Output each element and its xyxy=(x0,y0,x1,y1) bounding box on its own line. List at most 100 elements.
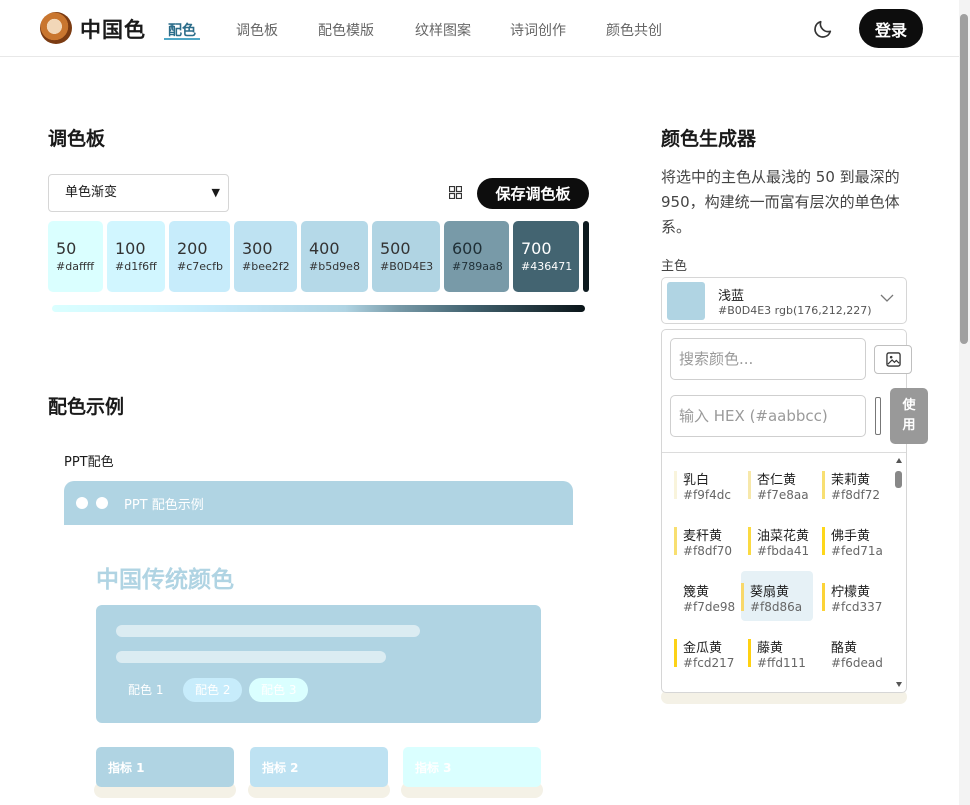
swatch-hex: #bee2f2 xyxy=(242,260,290,273)
swatch-hex: #c7ecfb xyxy=(177,260,223,273)
color-option[interactable]: 酪黄 #f6dead xyxy=(822,627,892,677)
color-option[interactable]: 麦秆黄 #f8df70 xyxy=(674,515,744,565)
palette-swatch-50[interactable]: 50 #daffff xyxy=(48,221,103,292)
metric-card-3: 指标 3 xyxy=(403,747,541,787)
ppt-window-bar: PPT 配色示例 xyxy=(64,481,573,525)
palette-swatch-600[interactable]: 600 #789aa8 xyxy=(444,221,509,292)
nav-item-peise[interactable]: 配色 xyxy=(168,20,196,40)
image-pick-button[interactable] xyxy=(874,345,912,374)
swatch-hex: #daffff xyxy=(56,260,95,273)
color-option[interactable]: 柠檬黄 #fcd337 xyxy=(822,571,892,621)
color-option-bar xyxy=(748,471,751,499)
hex-color-preview[interactable] xyxy=(875,397,881,435)
color-option-hex: #f8d86a xyxy=(750,600,803,614)
color-option-name: 酪黄 xyxy=(831,641,858,656)
color-option-name: 茉莉黄 xyxy=(831,473,871,488)
color-option-name: 佛手黄 xyxy=(831,529,871,544)
swatch-hex: #789aa8 xyxy=(452,260,503,273)
color-option-bar xyxy=(674,527,677,555)
swatch-overflow-edge xyxy=(583,221,589,292)
color-option-bar xyxy=(748,639,751,667)
color-option[interactable]: 油菜花黄 #fbda41 xyxy=(748,515,818,565)
color-option-name: 乳白 xyxy=(683,473,710,488)
main-color-code: #B0D4E3 rgb(176,212,227) xyxy=(718,304,872,317)
color-option-hex: #f7de98 xyxy=(683,600,736,614)
color-search-input[interactable] xyxy=(670,338,866,380)
main-color-label: 主色 xyxy=(661,259,688,274)
color-option-name: 柠檬黄 xyxy=(831,585,871,600)
example-heading: 配色示例 xyxy=(48,396,125,418)
color-option-name: 藤黄 xyxy=(757,641,784,656)
active-nav-underline xyxy=(164,38,200,40)
palette-swatch-300[interactable]: 300 #bee2f2 xyxy=(234,221,297,292)
swatch-hex: #d1f6ff xyxy=(115,260,157,273)
palette-swatch-500[interactable]: 500 #B0D4E3 xyxy=(372,221,440,292)
color-option-bar xyxy=(674,639,677,667)
palette-mode-value: 单色渐变 xyxy=(65,185,118,200)
placeholder-line xyxy=(116,625,420,637)
logo-icon[interactable] xyxy=(40,12,72,44)
use-color-button[interactable]: 使用 xyxy=(890,388,928,444)
nav-item-patterns[interactable]: 纹样图案 xyxy=(415,20,471,40)
main-color-select[interactable]: 浅蓝 #B0D4E3 rgb(176,212,227) xyxy=(661,277,907,324)
use-button-label: 使用 xyxy=(902,398,916,433)
swatch-number: 50 xyxy=(56,239,77,258)
palette-swatch-100[interactable]: 100 #d1f6ff xyxy=(107,221,165,292)
palette-heading: 调色板 xyxy=(48,128,106,150)
color-option[interactable]: 篾黄 #f7de98 xyxy=(674,571,744,621)
palette-swatch-700[interactable]: 700 #436471 xyxy=(513,221,579,292)
color-option-bar xyxy=(822,471,825,499)
panel-divider xyxy=(662,452,906,453)
swatch-hex: #436471 xyxy=(521,260,573,273)
color-option[interactable]: 茉莉黄 #f8df72 xyxy=(822,459,892,509)
grid-view-icon[interactable] xyxy=(449,186,462,199)
page-scrollbar-thumb[interactable] xyxy=(960,14,968,344)
color-option[interactable]: 杏仁黄 #f7e8aa xyxy=(748,459,818,509)
color-option-hex: #ffd111 xyxy=(757,656,806,670)
top-nav: 中国色 配色 调色板 配色模版 纹样图案 诗词创作 颜色共创 登录 xyxy=(0,0,970,57)
color-option-name: 篾黄 xyxy=(683,585,710,600)
palette-swatch-200[interactable]: 200 #c7ecfb xyxy=(169,221,230,292)
color-option[interactable]: 金瓜黄 #fcd217 xyxy=(674,627,744,677)
swatch-hex: #B0D4E3 xyxy=(380,260,434,273)
nav-item-palette[interactable]: 调色板 xyxy=(236,20,278,40)
color-list-scroll-thumb[interactable] xyxy=(895,471,902,488)
color-chip-1: 配色 1 xyxy=(128,683,164,697)
nav-item-poetry[interactable]: 诗词创作 xyxy=(510,20,566,40)
nav-item-cocreate[interactable]: 颜色共创 xyxy=(606,20,662,40)
palette-swatch-400[interactable]: 400 #b5d9e8 xyxy=(301,221,368,292)
swatch-number: 500 xyxy=(380,239,411,258)
color-option[interactable]: 藤黄 #ffd111 xyxy=(748,627,818,677)
chevron-down-icon xyxy=(880,294,894,302)
swatch-hex: #b5d9e8 xyxy=(309,260,360,273)
color-option-name: 杏仁黄 xyxy=(757,473,797,488)
placeholder-line xyxy=(116,651,386,663)
color-option-name: 油菜花黄 xyxy=(757,529,810,544)
swatch-number: 100 xyxy=(115,239,146,258)
color-list-scrollbar[interactable] xyxy=(893,455,905,690)
login-button[interactable]: 登录 xyxy=(859,9,923,48)
palette-mode-select[interactable]: 单色渐变 ▼ xyxy=(48,174,229,212)
color-option-name: 葵扇黄 xyxy=(750,585,790,600)
color-option-name: 麦秆黄 xyxy=(683,529,723,544)
color-option-hex: #f6dead xyxy=(831,656,883,670)
color-option[interactable]: 葵扇黄 #f8d86a xyxy=(741,571,813,621)
color-option[interactable]: 乳白 #f9f4dc xyxy=(674,459,744,509)
dark-mode-moon-icon[interactable] xyxy=(812,18,834,40)
metric-card-1: 指标 1 xyxy=(96,747,234,787)
color-option-bar xyxy=(741,583,744,611)
window-dot xyxy=(76,497,88,509)
swatch-number: 700 xyxy=(521,239,552,258)
ppt-card: 配色 1 配色 2 配色 3 xyxy=(96,605,541,723)
swatch-number: 300 xyxy=(242,239,273,258)
brand-name[interactable]: 中国色 xyxy=(80,14,146,44)
color-option[interactable]: 佛手黄 #fed71a xyxy=(822,515,892,565)
save-palette-button[interactable]: 保存调色板 xyxy=(477,178,589,209)
metric-card-2: 指标 2 xyxy=(250,747,388,787)
ppt-title: 中国传统颜色 xyxy=(96,567,234,593)
swatch-number: 200 xyxy=(177,239,208,258)
nav-item-templates[interactable]: 配色模版 xyxy=(318,20,374,40)
color-chip-2: 配色 2 xyxy=(183,678,243,702)
hex-input[interactable] xyxy=(670,395,866,437)
color-chip-3: 配色 3 xyxy=(249,678,309,702)
